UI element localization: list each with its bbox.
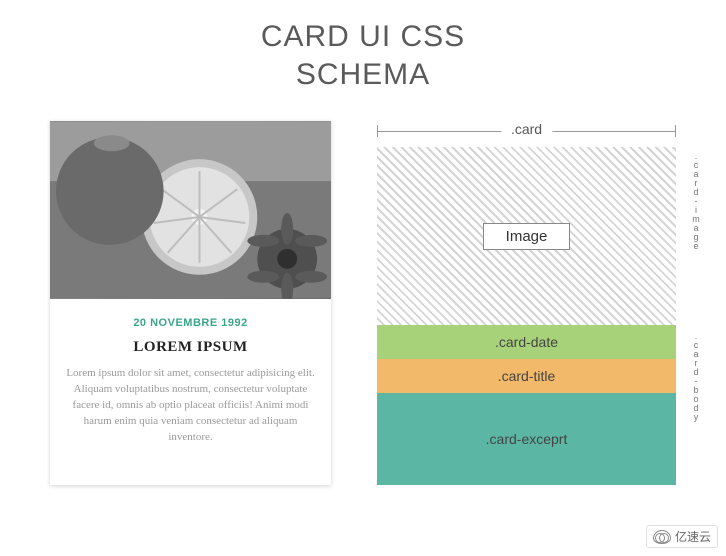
schema-image-label: Image	[483, 223, 571, 250]
card-excerpt: Lorem ipsum dolor sit amet, consectetur …	[66, 366, 315, 446]
schema-excerpt-row: .card-exceprt	[377, 393, 676, 485]
columns: 20 NOVEMBRE 1992 LOREM IPSUM Lorem ipsum…	[0, 121, 726, 485]
schema-diagram: .card Image .card-date .card-title .card…	[377, 121, 676, 485]
card-date: 20 NOVEMBRE 1992	[66, 317, 315, 329]
card-title: LOREM IPSUM	[66, 339, 315, 356]
schema-top-bracket: .card	[377, 121, 676, 141]
schema-side-label-body: .card-body	[691, 331, 700, 481]
page-title-line2: SCHEMA	[296, 58, 430, 91]
page-title-line1: CARD UI CSS	[261, 20, 465, 53]
watermark-text: 亿速云	[675, 528, 711, 545]
fruit-illustration	[50, 121, 331, 299]
schema-image-region: Image	[377, 147, 676, 325]
schema-title-row: .card-title	[377, 359, 676, 393]
watermark: 亿速云	[646, 525, 718, 548]
card-body: 20 NOVEMBRE 1992 LOREM IPSUM Lorem ipsum…	[50, 299, 331, 468]
schema-box: Image .card-date .card-title .card-excep…	[377, 147, 676, 485]
card-image	[50, 121, 331, 299]
page-title: CARD UI CSS SCHEMA	[0, 18, 726, 93]
watermark-logo-icon	[653, 530, 671, 544]
example-card: 20 NOVEMBRE 1992 LOREM IPSUM Lorem ipsum…	[50, 121, 331, 485]
schema-side-label-image: .card-image	[691, 151, 700, 321]
schema-date-row: .card-date	[377, 325, 676, 359]
schema-card-label: .card	[501, 121, 552, 137]
